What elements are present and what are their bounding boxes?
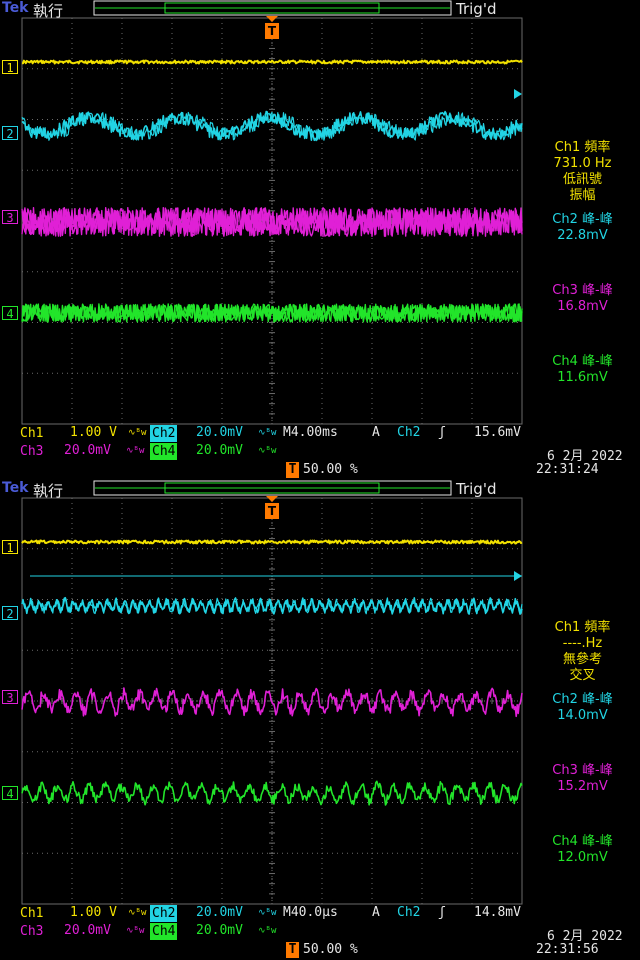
time-readout: 22:31:56 [536,942,599,957]
trigger-position-value: 50.00 % [303,462,358,477]
trigger-level[interactable]: 15.6mV [474,425,521,440]
ch1-label[interactable]: Ch1 [18,905,45,922]
settings-readout: Ch1 1.00 V ∿ᴮw Ch2 20.0mV ∿ᴮw M4.00ms A … [0,424,640,480]
acquisition-mode: A [372,905,380,920]
measurement-ch3-pk-pk: Ch3 峰-峰 15.2mV [552,763,613,794]
ch3-label[interactable]: Ch3 [18,443,45,460]
ch3-scale: 20.0mV [64,443,111,458]
trigger-state: Trig'd [456,0,497,18]
ch2-label[interactable]: Ch2 [150,905,178,922]
measurement-ch2-pk-pk: Ch2 峰-峰 14.0mV [552,692,613,723]
trigger-slope-icon: ʃ [438,905,446,920]
ch1-scale: 1.00 V [70,425,117,440]
brand-logo: Tek [2,480,29,496]
ch4-label[interactable]: Ch4 [150,443,178,460]
ch4-bandwidth-icon: ∿ᴮw [258,926,277,936]
measurement-ch4-pk-pk: Ch4 峰-峰 11.6mV [552,354,613,385]
ch1-bandwidth-icon: ∿ᴮw [128,908,147,918]
ch1-marker[interactable]: 1 [2,540,18,555]
ch3-marker[interactable]: 3 [2,690,18,705]
ch4-label[interactable]: Ch4 [150,923,178,940]
trigger-slope-icon: ʃ [438,425,446,440]
ch2-scale: 20.0mV [196,905,243,920]
measurement-ch3-pk-pk: Ch3 峰-峰 16.8mV [552,283,613,314]
trigger-position-marker-icon: T [286,942,299,958]
settings-readout: Ch1 1.00 V ∿ᴮw Ch2 20.0mV ∿ᴮw M40.0µs A … [0,904,640,960]
ch2-bandwidth-icon: ∿ᴮw [258,428,277,438]
scope-screen-2: Tek 執行 Trig'd T 1 2 3 4 Ch1 頻率 ----.Hz 無… [0,480,640,960]
trigger-level-icon [514,89,522,99]
ch4-bandwidth-icon: ∿ᴮw [258,446,277,456]
trigger-state: Trig'd [456,480,497,498]
ch4-marker[interactable]: 4 [2,786,18,801]
ch4-scale: 20.0mV [196,443,243,458]
ch1-marker[interactable]: 1 [2,60,18,75]
status-bar: Tek 執行 Trig'd [0,480,640,500]
trigger-position-icon: T [265,503,279,519]
ch2-marker[interactable]: 2 [2,606,18,621]
ch1-bandwidth-icon: ∿ᴮw [128,428,147,438]
brand-logo: Tek [2,0,29,16]
ch2-bandwidth-icon: ∿ᴮw [258,908,277,918]
acquisition-mode: A [372,425,380,440]
ch3-trace [21,687,523,718]
ch3-label[interactable]: Ch3 [18,923,45,940]
trigger-source[interactable]: Ch2 [397,425,420,440]
ch2-marker[interactable]: 2 [2,126,18,141]
timebase-scale[interactable]: M40.0µs [283,905,338,920]
ch1-label[interactable]: Ch1 [18,425,45,442]
measurement-ch1-frequency: Ch1 頻率 731.0 Hz 低訊號 振幅 [553,140,612,203]
ch3-marker[interactable]: 3 [2,210,18,225]
scope-screen-1: Tek 執行 Trig'd T 1 2 3 4 Ch1 頻率 731.0 Hz … [0,0,640,480]
ch3-bandwidth-icon: ∿ᴮw [126,446,145,456]
trigger-position-value: 50.00 % [303,942,358,957]
measurement-ch4-pk-pk: Ch4 峰-峰 12.0mV [552,834,613,865]
acquisition-state: 執行 [33,482,64,500]
ch4-scale: 20.0mV [196,923,243,938]
trigger-position-icon: T [265,23,279,39]
status-bar: Tek 執行 Trig'd [0,0,640,20]
ch2-scale: 20.0mV [196,425,243,440]
ch4-marker[interactable]: 4 [2,306,18,321]
measurement-ch2-pk-pk: Ch2 峰-峰 22.8mV [552,212,613,243]
timebase-scale[interactable]: M4.00ms [283,425,338,440]
ch3-scale: 20.0mV [64,923,111,938]
ch2-label[interactable]: Ch2 [150,425,178,442]
measurement-ch1-frequency: Ch1 頻率 ----.Hz 無參考 交叉 [554,620,611,683]
trigger-position-readout[interactable]: T 50.00 % [286,462,358,478]
trigger-position-readout[interactable]: T 50.00 % [286,942,358,958]
acquisition-state: 執行 [33,2,64,20]
trigger-source[interactable]: Ch2 [397,905,420,920]
trigger-level[interactable]: 14.8mV [474,905,521,920]
ch3-bandwidth-icon: ∿ᴮw [126,926,145,936]
time-readout: 22:31:24 [536,462,599,477]
ch1-scale: 1.00 V [70,905,117,920]
trigger-position-marker-icon: T [286,462,299,478]
